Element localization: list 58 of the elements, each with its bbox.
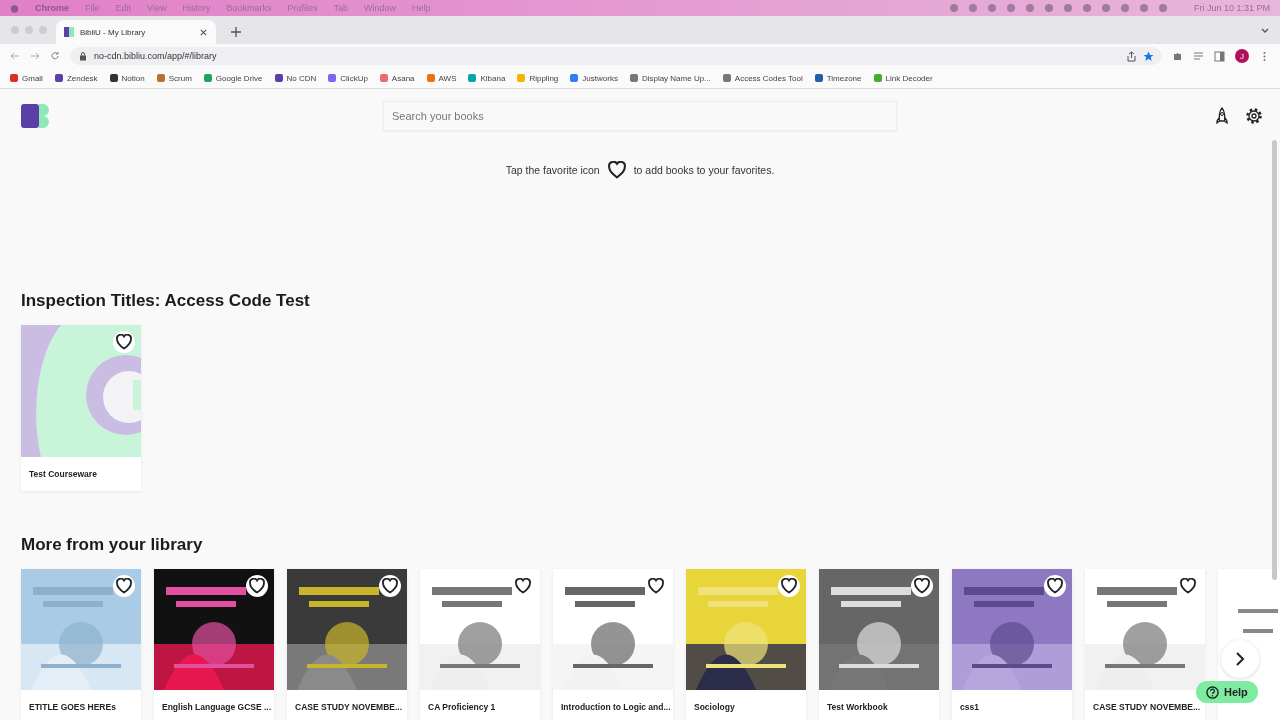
bookmark[interactable]: Link Decoder	[873, 73, 933, 83]
book-card[interactable]: English Language GCSE ...	[154, 569, 274, 720]
logo-icon[interactable]	[21, 104, 49, 128]
question-icon	[1206, 685, 1219, 699]
share-icon[interactable]	[1126, 50, 1137, 62]
new-tab-icon[interactable]	[230, 26, 242, 38]
book-card[interactable]: CASE STUDY NOVEMBE...	[1085, 569, 1205, 720]
bookmark[interactable]: Justworks	[570, 73, 618, 83]
book-title: CA Proficiency 1	[427, 701, 497, 714]
bookmark[interactable]: Gmail	[10, 73, 43, 83]
bookmark[interactable]: Zendesk	[54, 73, 98, 83]
bookmark[interactable]: Display Name Up...	[629, 73, 711, 83]
book-card[interactable]: Test Workbook	[819, 569, 939, 720]
bookmark[interactable]: Rippling	[517, 73, 559, 83]
bookmark[interactable]: Asana	[379, 73, 415, 83]
hint-text: Tap the favorite icon	[505, 164, 600, 176]
star-icon[interactable]	[1143, 50, 1154, 62]
bookmark[interactable]: No CDN	[274, 73, 317, 83]
book-title: English Language GCSE ...	[161, 701, 273, 714]
bookmark[interactable]: Access Codes Tool	[722, 73, 803, 83]
book-title: Test Courseware	[28, 468, 98, 481]
clock: Fri Jun 10 1:31 PM	[1193, 3, 1270, 13]
book-card[interactable]: Introduction to Logic and...	[553, 569, 673, 720]
bookmark[interactable]: Kibana	[468, 73, 506, 83]
book-card[interactable]: ETITLE GOES HEREs	[21, 569, 141, 720]
logo-icon	[64, 27, 74, 37]
bookmark[interactable]: Timezone	[814, 73, 862, 83]
close-icon[interactable]	[199, 27, 208, 37]
hint-text: to add books to your favorites.	[633, 164, 775, 176]
book-title: css1	[959, 701, 980, 714]
help-button[interactable]: Help	[1196, 681, 1258, 703]
book-card[interactable]: CA Proficiency 1	[420, 569, 540, 720]
book-title: Test Workbook	[826, 701, 889, 714]
bookmark[interactable]: Scrum	[156, 73, 192, 83]
section-heading: More from your library	[20, 535, 204, 555]
bookmark[interactable]: ClickUp	[328, 73, 368, 83]
search-field[interactable]: Search your books	[383, 101, 897, 131]
book-title: ETITLE GOES HEREs	[28, 701, 117, 714]
book-card[interactable]: css1	[952, 569, 1072, 720]
book-title: Sociology	[693, 701, 736, 714]
lock-icon	[78, 51, 88, 61]
side-panel-icon[interactable]	[1214, 50, 1225, 62]
book-card[interactable]: Test Courseware	[21, 325, 141, 491]
book-title: CASE STUDY NOVEMBE...	[1092, 701, 1202, 714]
settings-icon[interactable]	[1244, 106, 1264, 126]
browser-tab[interactable]: BibliU - My Library	[56, 20, 216, 44]
book-title: Introduction to Logic and...	[560, 701, 672, 714]
profile-avatar[interactable]: J	[1235, 49, 1249, 63]
bookmark[interactable]: AWS	[426, 73, 457, 83]
bookmark[interactable]: Google Drive	[203, 73, 263, 83]
section-heading: Inspection Titles: Access Code Test	[20, 291, 311, 311]
heart-icon	[607, 161, 626, 179]
address-bar[interactable]: no-cdn.bibliu.com/app/#/library	[70, 47, 1162, 65]
book-card[interactable]: Sociology	[686, 569, 806, 720]
reload-icon[interactable]	[50, 51, 60, 61]
bookmark[interactable]: Notion	[109, 73, 145, 83]
book-card[interactable]: CASE STUDY NOVEMBE...	[287, 569, 407, 720]
book-title: CASE STUDY NOVEMBE...	[294, 701, 404, 714]
